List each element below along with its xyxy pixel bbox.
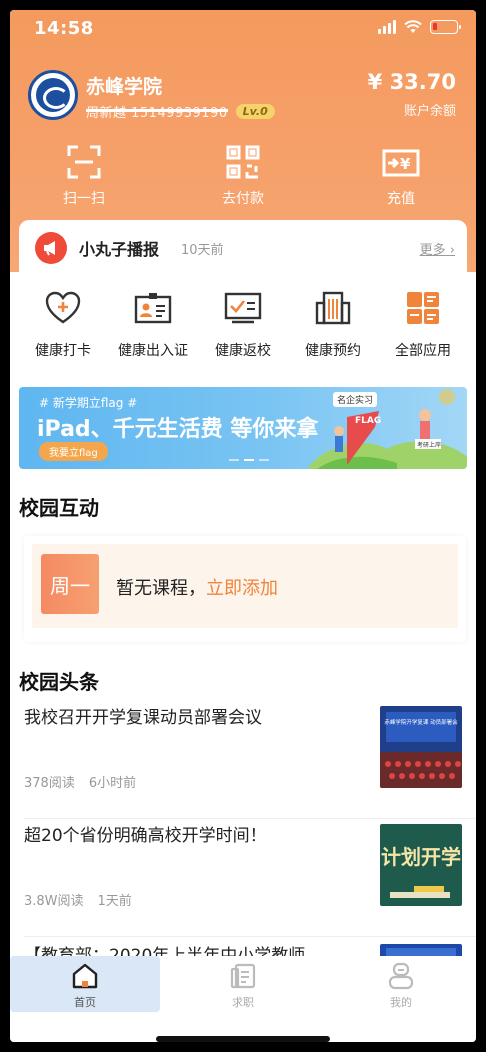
account-phone: 周新越 15149939190 [86,102,228,121]
course-empty-label: 暂无课程， [116,578,206,599]
app-health-return[interactable]: 健康返校 [198,288,288,360]
resume-icon [230,963,256,989]
news-reads: 378阅读 [24,776,75,791]
news-title: 超20个省份明确高校开学时间！ [24,826,267,846]
news-item[interactable]: 超20个省份明确高校开学时间！ 3.8W阅读 1天前 计划开学 [10,824,476,938]
news-meta: 378阅读 6小时前 [24,772,136,791]
news-title: 我校召开开学复课动员部署会议 [24,708,262,728]
weekday-badge: 周一 [41,554,99,614]
app-label: 健康返校 [215,343,271,359]
building-icon [315,291,351,325]
status-icons [378,20,461,34]
account-sub: 周新越 15149939190 Lv.0 [86,102,275,121]
promo-banner[interactable]: FLAG 考研上岸 名企实习 # 新学期立flag # iPad、千元生活费 等… [19,387,467,469]
banner-tag: # 新学期立flag # [39,396,138,410]
recharge-icon: ¥ [382,149,420,177]
banner-headline: iPad、千元生活费 等你来拿 [37,417,319,442]
heart-plus-icon [45,291,81,324]
news-meta: 3.8W阅读 1天前 [24,890,132,909]
app-health-pass[interactable]: 健康出入证 [108,288,198,360]
course-card[interactable]: 周一 暂无课程，立即添加 [24,536,466,642]
wifi-icon [404,20,422,33]
carousel-indicator [229,459,269,461]
battery-icon [430,20,461,34]
notice-title: 小丸子播报 [79,240,160,259]
app-label: 全部应用 [395,343,451,359]
banner-cta-button[interactable]: 我要立flag [39,442,108,461]
news-time: 6小时前 [88,776,137,791]
status-bar: 14:58 [34,18,461,42]
pay-label: 去付款 [222,191,264,207]
bottom-tab-bar: 首页 求职 我的 [10,956,476,1042]
level-badge: Lv.0 [235,104,275,119]
megaphone-icon [35,232,67,264]
account-summary: 赤峰学院 周新越 15149939190 Lv.0 ¥ 33.70 账户余额 [28,68,458,128]
app-all-apps[interactable]: 全部应用 [378,288,468,360]
scan-icon [67,145,101,179]
app-label: 健康打卡 [35,343,91,359]
qr-code-icon [226,145,260,179]
school-logo [28,70,78,120]
notice-bar[interactable]: 小丸子播报 10天前 更多 › [19,220,467,276]
news-thumbnail: 计划开学 [380,824,462,906]
svg-text:¥: ¥ [400,155,411,173]
status-time: 14:58 [34,18,94,39]
notice-time: 10天前 [181,243,224,258]
recharge-label: 充值 [387,191,415,207]
scan-label: 扫一扫 [63,191,105,207]
home-indicator [156,1036,330,1042]
divider [24,936,476,937]
add-course-link[interactable]: 立即添加 [206,578,278,599]
news-thumbnail: 赤峰学院开学复课 动员部署会 [380,706,462,788]
tab-profile[interactable]: 我的 [326,956,476,1012]
quick-actions: 扫一扫 去付款 ¥ 充值 [10,144,476,216]
banner-illustration: FLAG 考研上岸 [307,389,467,469]
checklist-icon [224,292,262,324]
signal-icon [378,20,396,34]
tab-home[interactable]: 首页 [10,956,160,1012]
news-thumb-caption: 赤峰学院开学复课 动员部署会 [384,718,458,726]
recharge-button[interactable]: ¥ 充值 [346,144,456,208]
app-health-checkin[interactable]: 健康打卡 [18,288,108,360]
grid-apps-icon [407,292,439,324]
notice-more-label: 更多 [419,243,446,258]
tab-label: 我的 [390,996,412,1009]
balance-label: 账户余额 [403,104,456,119]
tab-label: 首页 [74,996,96,1009]
app-grid: 健康打卡 健康出入证 健康返校 健康预约 全部应用 [10,288,476,372]
school-name: 赤峰学院 [86,76,163,98]
chevron-right-icon: › [449,243,455,258]
course-card-inner: 周一 暂无课程，立即添加 [32,544,458,628]
app-label: 健康预约 [305,343,361,359]
app-screen: 14:58 赤峰学院 周新越 15149939190 Lv.0 ¥ 33.70 … [10,10,476,1042]
balance-amount: ¥ 33.70 [367,70,456,94]
section-title-campus-interaction: 校园互动 [19,496,99,520]
banner-sign-text: 考研上岸 [417,441,441,449]
news-thumb-caption: 计划开学 [381,845,461,869]
home-icon [72,963,98,989]
tab-label: 求职 [232,996,254,1009]
banner-flag-text: FLAG [355,416,381,426]
news-reads: 3.8W阅读 [24,894,84,909]
course-empty-text: 暂无课程，立即添加 [116,574,278,600]
notice-more-link[interactable]: 更多 › [420,239,455,258]
app-health-appointment[interactable]: 健康预约 [288,288,378,360]
divider [24,818,476,819]
tab-jobs[interactable]: 求职 [168,956,318,1012]
banner-chip: 名企实习 [333,392,378,407]
profile-icon [388,962,414,990]
pay-button[interactable]: 去付款 [188,144,298,208]
app-label: 健康出入证 [118,343,188,359]
scan-button[interactable]: 扫一扫 [29,144,139,208]
id-card-icon [134,293,172,324]
news-time: 1天前 [97,894,132,909]
balance-block[interactable]: ¥ 33.70 账户余额 [368,70,456,119]
section-title-headlines: 校园头条 [19,670,99,694]
news-item[interactable]: 我校召开开学复课动员部署会议 378阅读 6小时前 赤峰学院开学复课 动员部署会 [10,706,476,820]
